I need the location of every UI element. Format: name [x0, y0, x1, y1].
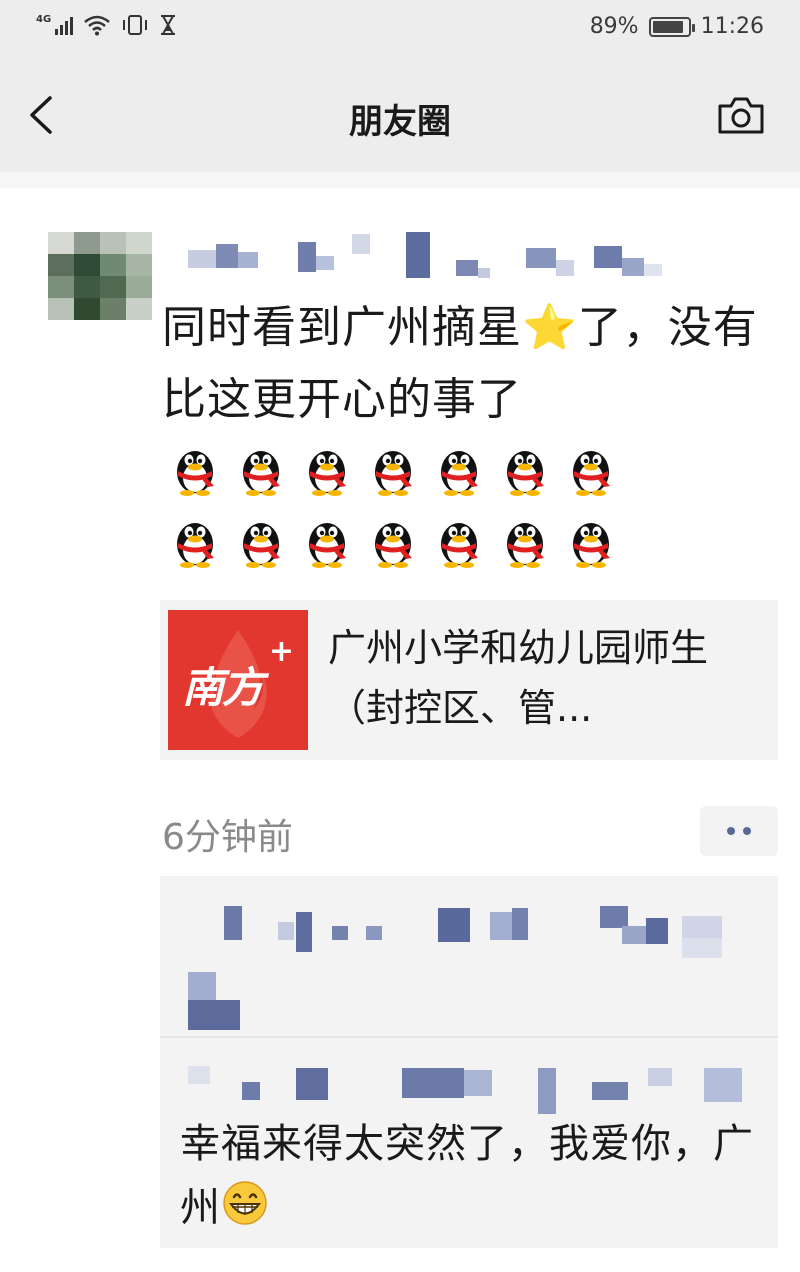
comment-separator [160, 1036, 778, 1038]
qq-penguin-icon [430, 440, 488, 498]
comment-text: 幸福来得太突然了，我爱你，广州 [180, 1112, 770, 1240]
grinning-face-icon [223, 1181, 267, 1225]
comments-area: 幸福来得太突然了，我爱你，广州 [160, 876, 778, 1248]
qq-penguin-icon [298, 440, 356, 498]
signal-icon [55, 15, 74, 35]
post-timestamp: 6分钟前 [162, 817, 293, 858]
qq-penguin-icon [364, 512, 422, 570]
qq-penguin-icon [232, 440, 290, 498]
post-text: 同时看到广州摘星⭐了，没有比这更开心的事了 [162, 302, 758, 425]
link-thumb-plus: + [268, 634, 294, 669]
link-thumbnail: 南方 + [168, 610, 308, 750]
link-title: 广州小学和幼儿园师生（封控区、管... [328, 626, 709, 730]
emoji-row-2 [166, 512, 620, 570]
shared-link-card[interactable]: 南方 + 广州小学和幼儿园师生（封控区、管... [160, 600, 778, 760]
qq-penguin-icon [166, 440, 224, 498]
more-dots-icon[interactable] [700, 806, 778, 856]
header-divider [0, 172, 800, 188]
status-left: 4G [36, 14, 177, 36]
qq-penguin-icon [562, 440, 620, 498]
qq-penguin-icon [232, 512, 290, 570]
qq-penguin-icon [166, 512, 224, 570]
nav-header: 朋友圈 [0, 60, 800, 172]
status-right: 89% 11:26 [590, 14, 764, 39]
battery-percent: 89% [589, 14, 639, 39]
qq-penguin-icon [562, 512, 620, 570]
wifi-icon [84, 15, 110, 36]
network-type: 4G [36, 13, 52, 25]
emoji-row-1 [166, 440, 620, 498]
dot [727, 827, 735, 835]
clock: 11:26 [700, 14, 764, 39]
qq-penguin-icon [364, 440, 422, 498]
qq-penguin-icon [430, 512, 488, 570]
qq-penguin-icon [298, 512, 356, 570]
qq-penguin-icon [496, 440, 554, 498]
hourglass-icon [161, 15, 176, 35]
page-title: 朋友圈 [349, 102, 451, 142]
link-thumb-brand: 南方 [182, 663, 264, 712]
qq-penguin-icon [496, 512, 554, 570]
battery-fill [652, 20, 683, 33]
camera-icon[interactable] [716, 94, 766, 136]
battery-icon [648, 16, 695, 37]
comment-2-blurred[interactable] [160, 1046, 778, 1116]
username-blurred[interactable] [174, 230, 674, 286]
avatar[interactable] [48, 232, 152, 320]
vibrate-icon [123, 15, 148, 35]
status-bar: 4G 89% 11:26 [0, 0, 800, 60]
dot [743, 827, 751, 835]
